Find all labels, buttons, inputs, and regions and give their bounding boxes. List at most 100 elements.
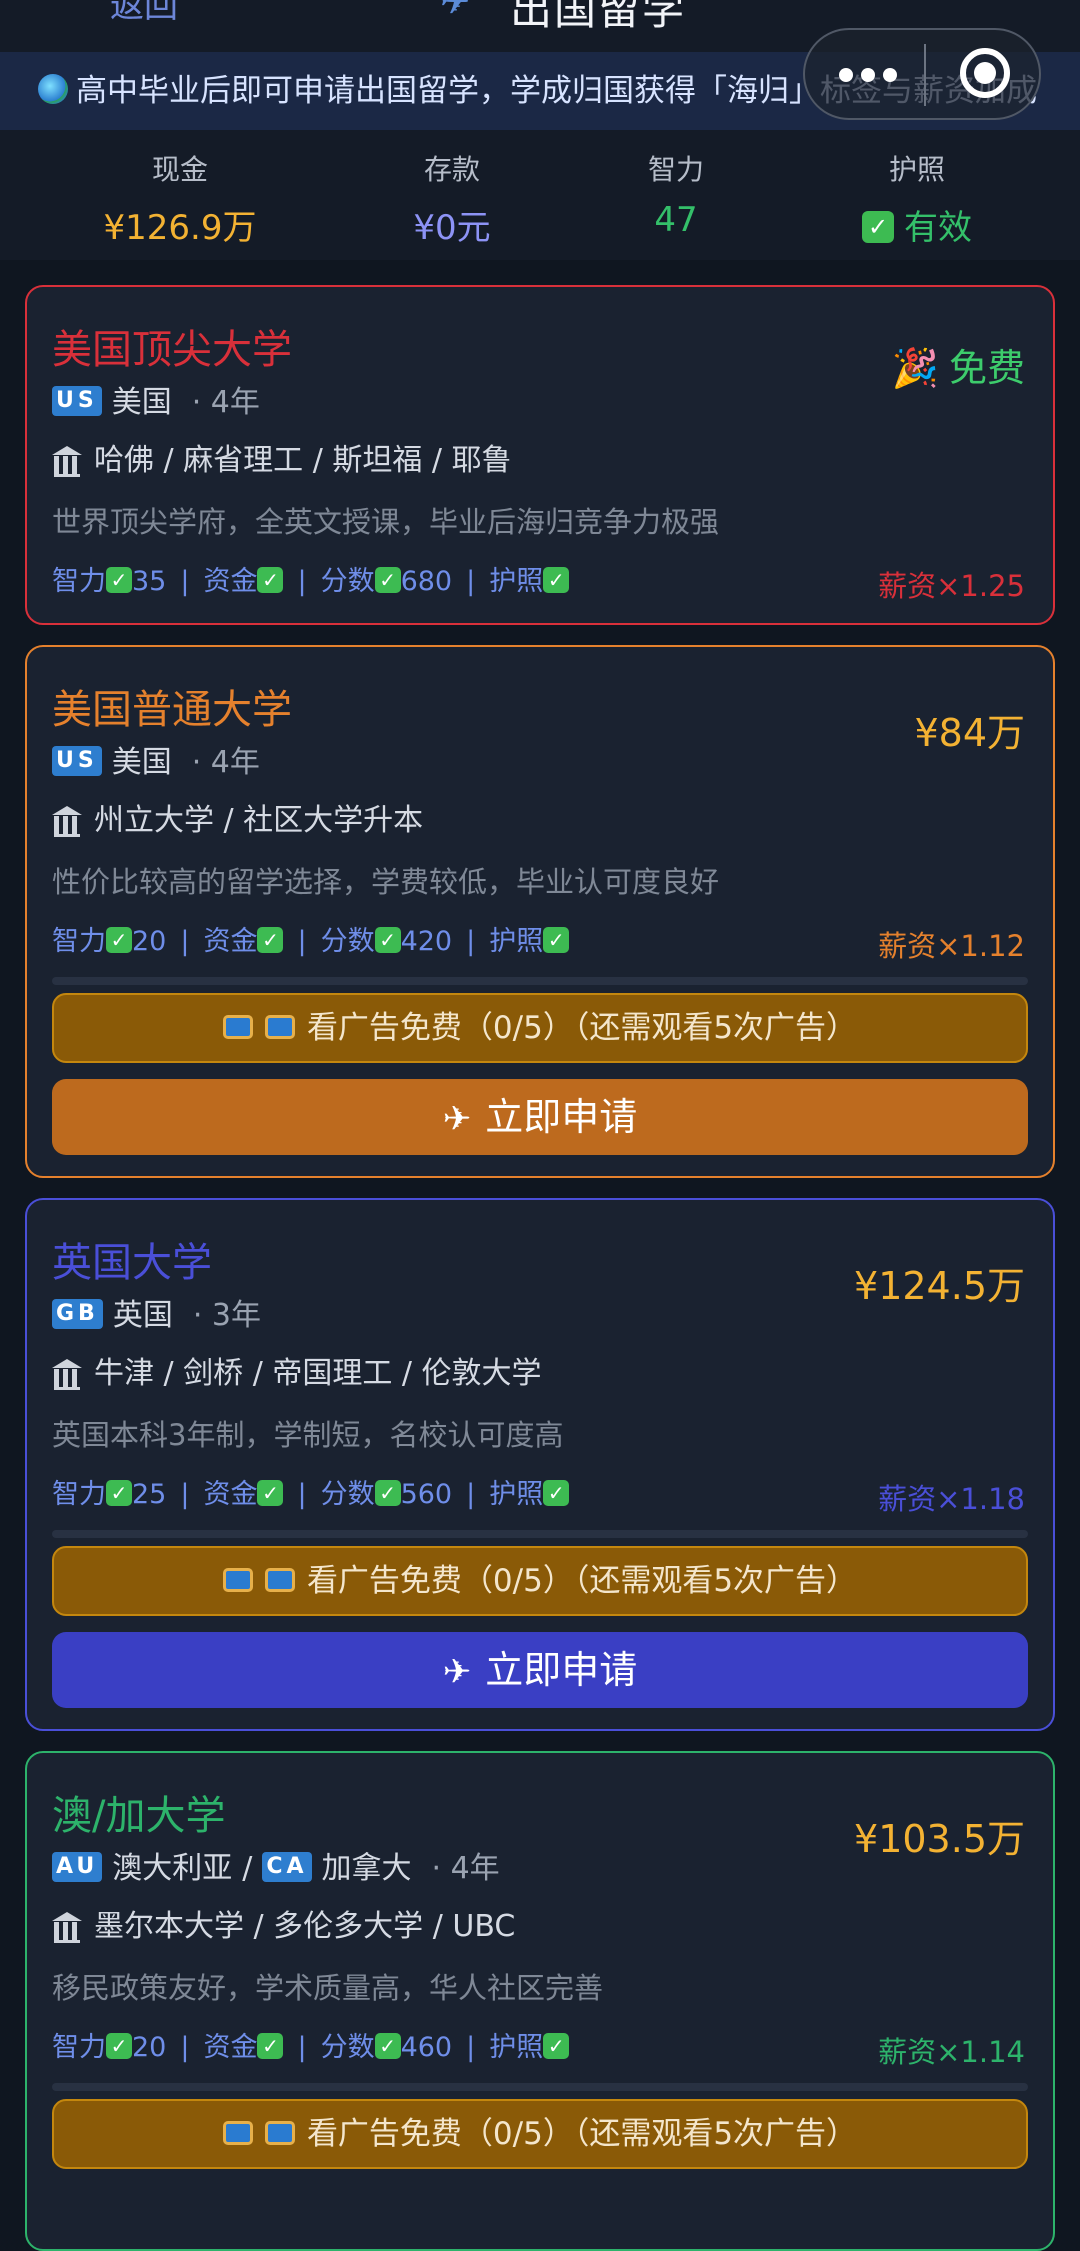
stat-value: ✓ 有效	[817, 200, 1017, 249]
program-card[interactable]: 澳/加大学 ¥103.5万 AU 澳大利亚 / CA 加拿大 · 4年 墨尔本大学 / 多…	[25, 1751, 1055, 2251]
apply-button[interactable]: ✈ 立即申请	[52, 1079, 1028, 1155]
program-price: ¥124.5万	[854, 1264, 1025, 1308]
program-card[interactable]: 美国普通大学 ¥84万 US 美国 · 4年 州立大学 / 社区大学升本 性价比较高…	[25, 645, 1055, 1178]
req-fund-label: 资金	[203, 1479, 258, 1510]
program-meta: AU 澳大利亚 / CA 加拿大 · 4年	[52, 1843, 508, 1887]
req-iq-value: 25	[132, 1479, 167, 1510]
apply-label: 立即申请	[485, 1648, 638, 1692]
req-score-label: 分数	[320, 926, 375, 957]
tv-icon	[222, 1014, 253, 1039]
program-card[interactable]: 英国大学 ¥124.5万 GB 英国 · 3年 牛津 / 剑桥 / 帝国理工 / 伦…	[25, 1198, 1055, 1731]
miniprogram-capsule	[803, 28, 1041, 120]
airplane-icon: ✈	[442, 1652, 472, 1692]
ad-progress-bar	[52, 977, 1028, 985]
check-icon: ✓	[374, 566, 401, 593]
apply-button[interactable]: ✈ 立即申请	[52, 1632, 1028, 1708]
salary-multiplier: 薪资×1.14	[878, 2035, 1025, 2069]
check-icon: ✓	[257, 566, 284, 593]
req-score-value: 560	[400, 1479, 453, 1510]
watch-ad-label: 看广告免费（0/5）（还需观看5次广告）	[306, 2116, 858, 2152]
program-price: ¥84万	[914, 711, 1025, 755]
program-meta: US 美国 · 4年	[52, 377, 268, 421]
us-flag-icon: US	[52, 745, 102, 776]
program-description: 英国本科3年制，学制短，名校认可度高	[52, 1418, 564, 1452]
country-name: 英国	[112, 1298, 173, 1333]
check-icon: ✓	[257, 926, 284, 953]
us-flag-icon: US	[52, 385, 102, 416]
check-icon: ✓	[257, 1479, 284, 1506]
program-meta: US 美国 · 4年	[52, 737, 268, 781]
apply-label: 立即申请	[485, 1095, 638, 1139]
check-icon: ✓	[106, 2032, 132, 2059]
program-price: ¥103.5万	[854, 1817, 1025, 1861]
check-icon: ✓	[862, 210, 894, 243]
req-iq-value: 20	[132, 2032, 167, 2063]
watch-ad-button[interactable]: 看广告免费（0/5）（还需观看5次广告）	[52, 1546, 1028, 1616]
check-icon: ✓	[106, 566, 132, 593]
stat-label: 存款	[423, 153, 480, 186]
salary-multiplier: 薪资×1.18	[878, 1482, 1025, 1516]
tv-icon	[222, 2120, 253, 2145]
check-icon: ✓	[374, 926, 401, 953]
stat-cash: 现金 ¥126.9万	[80, 148, 280, 249]
req-score-label: 分数	[320, 1479, 375, 1510]
close-miniprogram-icon[interactable]	[960, 48, 1010, 98]
country-separator: /	[242, 1851, 253, 1886]
stat-passport: 护照 ✓ 有效	[817, 148, 1017, 249]
program-schools: 牛津 / 剑桥 / 帝国理工 / 伦敦大学	[52, 1348, 542, 1392]
stats-bar: 现金 ¥126.9万 存款 ¥0元 智力 47 护照 ✓ 有效	[0, 130, 1080, 260]
gb-flag-icon: GB	[52, 1298, 103, 1329]
check-icon: ✓	[106, 1479, 132, 1506]
check-icon: ✓	[257, 2032, 284, 2059]
stat-label: 智力	[647, 153, 704, 186]
program-name: 美国顶尖大学	[52, 327, 292, 373]
ad-progress-bar	[52, 1530, 1028, 1538]
check-icon: ✓	[374, 1479, 401, 1506]
stat-value: ¥0元	[413, 208, 491, 248]
country-name: 美国	[111, 385, 172, 420]
program-name: 澳/加大学	[52, 1793, 226, 1839]
salary-multiplier: 薪资×1.12	[878, 929, 1025, 963]
check-icon: ✓	[543, 2032, 570, 2059]
ca-flag-icon: CA	[262, 1851, 312, 1882]
globe-icon	[38, 73, 68, 104]
country-name: 加拿大	[321, 1851, 412, 1886]
program-requirements: 智力 ✓ 20 | 资金 ✓ | 分数 ✓ 460 | 护照 ✓	[52, 2025, 570, 2064]
check-icon: ✓	[106, 926, 132, 953]
schools-text: 牛津 / 剑桥 / 帝国理工 / 伦敦大学	[94, 1356, 542, 1391]
tv-icon	[264, 2120, 295, 2145]
program-description: 移民政策友好，学术质量高，华人社区完善	[52, 1971, 604, 2005]
req-iq-label: 智力	[52, 2032, 106, 2063]
program-requirements: 智力 ✓ 20 | 资金 ✓ | 分数 ✓ 420 | 护照 ✓	[52, 919, 570, 958]
tv-icon	[264, 1014, 295, 1039]
req-iq-value: 35	[132, 566, 167, 597]
ad-progress-bar	[52, 2083, 1028, 2091]
schools-text: 墨尔本大学 / 多伦多大学 / UBC	[94, 1909, 516, 1944]
country-name: 澳大利亚	[112, 1851, 233, 1886]
watch-ad-button[interactable]: 看广告免费（0/5）（还需观看5次广告）	[52, 2099, 1028, 2169]
req-score-value: 420	[400, 926, 453, 957]
check-icon: ✓	[543, 566, 570, 593]
capsule-divider	[924, 44, 926, 106]
program-requirements: 智力 ✓ 35 | 资金 ✓ | 分数 ✓ 680 | 护照 ✓	[52, 559, 570, 598]
back-button[interactable]: 返回	[110, 0, 178, 27]
university-icon	[52, 806, 82, 837]
stat-value: 47	[654, 200, 698, 240]
airplane-icon: ✈	[440, 0, 471, 23]
stat-value: ¥126.9万	[103, 208, 257, 248]
schools-text: 哈佛 / 麻省理工 / 斯坦福 / 耶鲁	[94, 443, 512, 478]
req-iq-label: 智力	[52, 926, 106, 957]
req-iq-value: 20	[132, 926, 167, 957]
req-passport-label: 护照	[489, 926, 544, 957]
program-card[interactable]: 美国顶尖大学 🎉 免费 US 美国 · 4年 哈佛 / 麻省理工 / 斯坦福 / 耶鲁…	[25, 285, 1055, 625]
req-fund-label: 资金	[203, 926, 258, 957]
req-score-label: 分数	[320, 2032, 375, 2063]
req-score-value: 680	[400, 566, 453, 597]
university-icon	[52, 1359, 82, 1390]
duration: · 4年	[191, 745, 260, 780]
watch-ad-label: 看广告免费（0/5）（还需观看5次广告）	[306, 1010, 858, 1046]
page-title: 出国留学	[510, 0, 687, 34]
watch-ad-button[interactable]: 看广告免费（0/5）（还需观看5次广告）	[52, 993, 1028, 1063]
more-icon[interactable]	[839, 60, 909, 90]
program-description: 世界顶尖学府，全英文授课，毕业后海归竞争力极强	[52, 505, 720, 539]
